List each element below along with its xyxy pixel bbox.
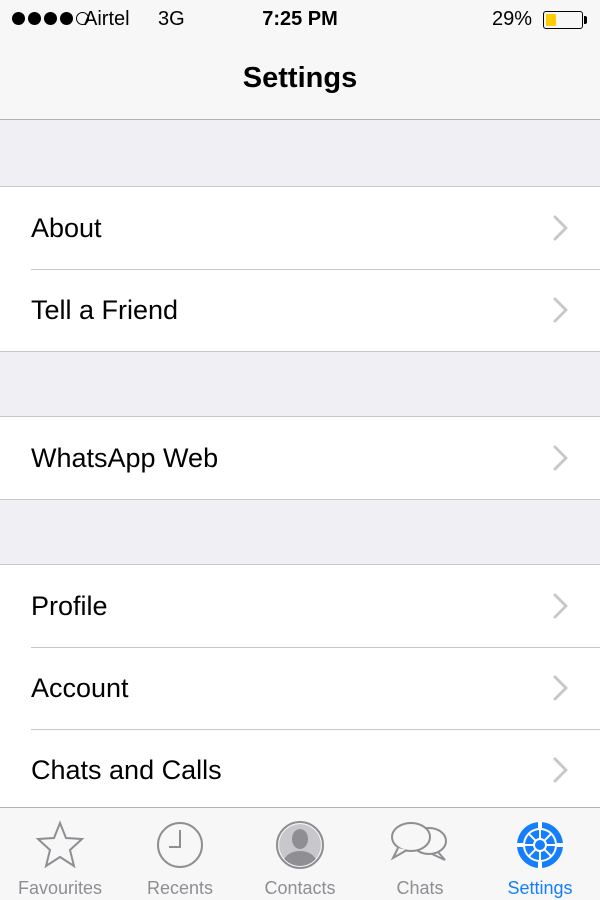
chevron-right-icon xyxy=(553,445,568,471)
tab-label: Favourites xyxy=(17,878,103,898)
settings-item-label: Profile xyxy=(31,590,108,621)
tab-bar: Favourites Recents Contacts Chats Settin… xyxy=(0,807,600,900)
settings-item-label: WhatsApp Web xyxy=(31,442,219,473)
settings-item-account[interactable]: Account xyxy=(0,647,600,729)
navigation-bar: Settings xyxy=(0,40,600,120)
clock-icon xyxy=(157,822,203,868)
settings-item-whatsapp-web[interactable]: WhatsApp Web xyxy=(0,417,600,499)
chevron-right-icon xyxy=(553,215,568,241)
chat-bubbles-icon xyxy=(390,822,447,861)
chevron-right-icon xyxy=(553,675,568,701)
chevron-right-icon xyxy=(553,297,568,323)
page-title: Settings xyxy=(242,62,358,94)
star-icon xyxy=(35,820,85,869)
battery-tip xyxy=(584,16,587,24)
status-bar: Airtel 3G 7:25 PM 29% xyxy=(0,0,600,40)
battery-icon xyxy=(543,11,583,29)
settings-group-web: WhatsApp Web xyxy=(0,416,600,500)
battery-fill xyxy=(546,14,556,26)
person-icon xyxy=(276,821,324,869)
tab-favourites[interactable]: Favourites xyxy=(0,808,120,900)
tab-label: Contacts xyxy=(264,878,336,898)
chevron-right-icon xyxy=(553,593,568,619)
settings-item-chats-and-calls[interactable]: Chats and Calls xyxy=(0,729,600,811)
settings-item-label: Chats and Calls xyxy=(31,754,222,785)
tab-chats[interactable]: Chats xyxy=(360,808,480,900)
settings-group-account: Profile Account Chats and Calls xyxy=(0,564,600,811)
tab-label: Recents xyxy=(146,878,214,898)
settings-item-label: Tell a Friend xyxy=(31,294,179,325)
tab-label: Settings xyxy=(507,878,573,898)
settings-screen: Airtel 3G 7:25 PM 29% Settings About Tel… xyxy=(0,0,600,900)
tab-recents[interactable]: Recents xyxy=(120,808,240,900)
battery-percent: 29% xyxy=(492,8,533,30)
settings-item-label: About xyxy=(31,212,102,243)
settings-item-tell-a-friend[interactable]: Tell a Friend xyxy=(0,269,600,351)
chevron-right-icon xyxy=(553,757,568,783)
gear-icon xyxy=(517,822,563,868)
settings-item-about[interactable]: About xyxy=(0,187,600,269)
settings-item-profile[interactable]: Profile xyxy=(0,565,600,647)
settings-group-info: About Tell a Friend xyxy=(0,186,600,352)
tab-contacts[interactable]: Contacts xyxy=(240,808,360,900)
tab-settings[interactable]: Settings xyxy=(480,808,600,900)
tab-label: Chats xyxy=(396,878,444,898)
settings-item-label: Account xyxy=(31,672,129,703)
